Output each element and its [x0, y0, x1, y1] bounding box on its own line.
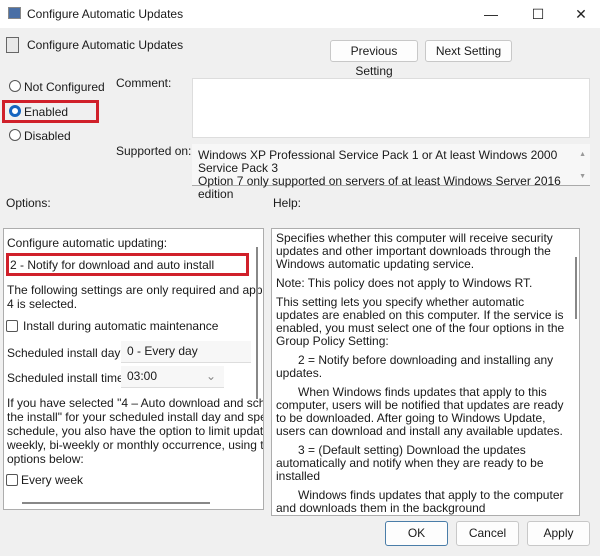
- chevron-down-icon: ⌄: [205, 369, 216, 383]
- help-label: Help:: [273, 196, 302, 210]
- enabled-label[interactable]: Enabled: [24, 105, 68, 119]
- maximize-button[interactable]: ☐: [523, 4, 553, 24]
- schedule-paragraph: If you have selected "4 – Auto download …: [7, 396, 264, 466]
- every-week-label[interactable]: Every week: [21, 473, 83, 487]
- title-bar: Configure Automatic Updates — ☐ ✕: [0, 0, 600, 28]
- help-paragraph: Windows finds updates that apply to the …: [276, 488, 564, 515]
- help-paragraph: 3 = (Default setting) Download the updat…: [276, 443, 544, 483]
- supported-line: Option 7 only supported on servers of at…: [198, 174, 561, 201]
- supported-on-label: Supported on:: [116, 144, 192, 158]
- options-panel: Configure automatic updating: 2 - Notify…: [3, 228, 264, 510]
- paragraph-line: weekly, bi-weekly or monthly occurrence,…: [7, 438, 264, 452]
- install-day-dropdown[interactable]: 0 - Every day: [121, 341, 251, 363]
- every-week-checkbox[interactable]: [6, 474, 18, 486]
- help-paragraph: Specifies whether this computer will rec…: [276, 231, 553, 271]
- paragraph-line: options below:: [7, 452, 84, 466]
- minimize-button[interactable]: —: [476, 4, 506, 24]
- disabled-label[interactable]: Disabled: [24, 129, 71, 143]
- supported-on-box: Windows XP Professional Service Pack 1 o…: [192, 144, 590, 201]
- help-panel: Specifies whether this computer will rec…: [271, 228, 580, 516]
- options-vertical-scrollbar[interactable]: [256, 247, 258, 399]
- supported-line: Windows XP Professional Service Pack 1 o…: [198, 148, 558, 175]
- not-configured-radio[interactable]: [9, 80, 21, 92]
- install-time-value: 03:00: [127, 369, 158, 383]
- help-vertical-scrollbar[interactable]: [575, 257, 577, 319]
- configure-value: 2 - Notify for download and auto install: [10, 258, 215, 272]
- options-label: Options:: [6, 196, 51, 210]
- help-paragraph: Note: This policy does not apply to Wind…: [276, 276, 533, 290]
- paragraph-line: the install" for your scheduled install …: [7, 410, 264, 424]
- disabled-radio[interactable]: [9, 129, 21, 141]
- policy-app-icon: [8, 7, 21, 19]
- scroll-down-icon[interactable]: ▼: [579, 170, 586, 183]
- help-paragraph: 2 = Notify before downloading and instal…: [276, 353, 554, 380]
- help-paragraph: This setting lets you specify whether au…: [276, 295, 565, 348]
- not-configured-label[interactable]: Not Configured: [24, 80, 105, 94]
- cancel-button[interactable]: Cancel: [456, 521, 519, 546]
- next-setting-button[interactable]: Next Setting: [425, 40, 512, 62]
- maintenance-label[interactable]: Install during automatic maintenance: [23, 319, 218, 333]
- install-time-label: Scheduled install time:: [7, 371, 128, 385]
- previous-setting-button[interactable]: Previous Setting: [330, 40, 418, 78]
- options-horizontal-scrollbar[interactable]: [22, 502, 210, 504]
- apply-button[interactable]: Apply: [527, 521, 590, 546]
- maintenance-checkbox[interactable]: [6, 320, 18, 332]
- close-button[interactable]: ✕: [566, 4, 596, 24]
- install-time-dropdown[interactable]: 03:00 ⌄: [121, 366, 224, 388]
- window-title: Configure Automatic Updates: [27, 7, 184, 21]
- enabled-radio[interactable]: [9, 105, 21, 117]
- paragraph-line: schedule, you also have the option to li…: [7, 424, 264, 438]
- install-day-label: Scheduled install day:: [7, 346, 124, 360]
- help-paragraph: When Windows finds updates that apply to…: [276, 385, 564, 438]
- configure-label: Configure automatic updating:: [7, 236, 168, 250]
- scroll-up-icon[interactable]: ▲: [579, 148, 586, 161]
- configure-dropdown[interactable]: 2 - Notify for download and auto install: [6, 253, 249, 276]
- note-line: The following settings are only required…: [7, 283, 264, 297]
- setting-icon: [6, 37, 19, 53]
- comment-label: Comment:: [116, 76, 172, 90]
- ok-button[interactable]: OK: [385, 521, 448, 546]
- note-line: 4 is selected.: [7, 297, 78, 311]
- comment-textarea[interactable]: [192, 78, 590, 138]
- paragraph-line: If you have selected "4 – Auto download …: [7, 396, 264, 410]
- setting-title: Configure Automatic Updates: [27, 38, 184, 52]
